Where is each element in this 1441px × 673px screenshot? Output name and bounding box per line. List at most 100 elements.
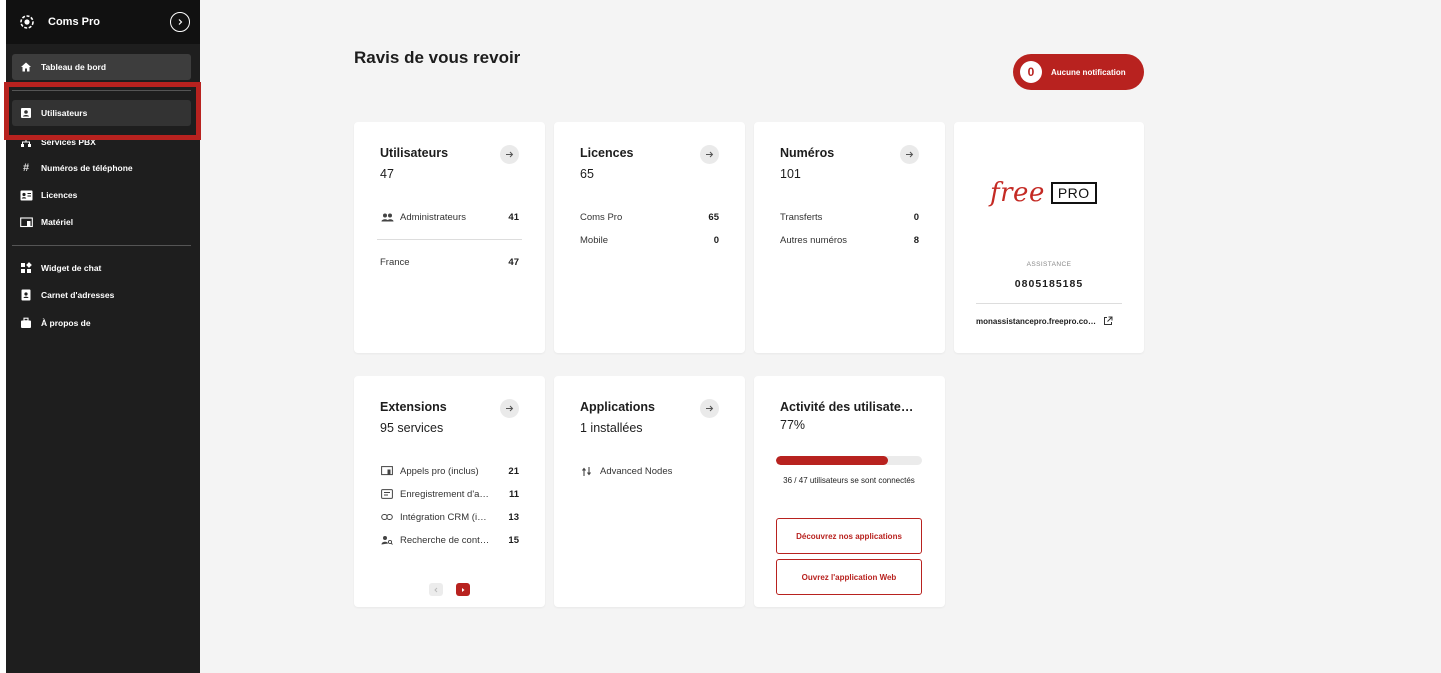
sidebar-item-label: Matériel (41, 217, 74, 227)
briefcase-icon (19, 316, 33, 330)
sidebar-divider (12, 90, 191, 91)
list-item: Recherche de cont… 15 (380, 533, 519, 547)
freepro-logo: free PRO (990, 178, 1097, 208)
notification-count-badge: 0 (1020, 61, 1042, 83)
assistance-link[interactable]: monassistancepro.freepro.co… (976, 316, 1113, 326)
logo-pro-badge: PRO (1050, 182, 1097, 204)
arrow-right-icon (506, 405, 514, 412)
next-page-button[interactable] (456, 583, 470, 596)
list-item: Administrateurs 41 (380, 210, 519, 224)
play-right-icon (462, 587, 465, 592)
card-divider (377, 239, 522, 240)
chevron-right-icon (178, 19, 183, 25)
sidebar-item-licences[interactable]: Licences (12, 182, 191, 208)
sidebar-divider (12, 245, 191, 246)
card-value: 77% (780, 418, 806, 432)
card-title: Activité des utilisate… (780, 400, 914, 414)
applications-card: Applications 1 installées Advanced Nodes (554, 376, 745, 607)
list-item: Mobile 0 (580, 234, 719, 246)
link-icon (380, 511, 394, 523)
sidebar-item-phone-numbers[interactable]: # Numéros de téléphone (12, 155, 191, 181)
nodes-icon (580, 465, 594, 477)
discover-apps-button[interactable]: Découvrez nos applications (776, 518, 922, 554)
card-title: Numéros (780, 146, 835, 160)
external-link-icon (1104, 316, 1113, 325)
brand-logo-icon (18, 13, 36, 31)
sidebar-item-label: Licences (41, 190, 78, 200)
applications-arrow-button[interactable] (700, 399, 719, 418)
sidebar-item-about[interactable]: À propos de (12, 310, 191, 336)
prev-page-button[interactable] (429, 583, 443, 596)
licences-card: Licences 65 Coms Pro 65 Mobile 0 (554, 122, 745, 353)
sidebar: Coms Pro Tableau de bord Utilisateurs Se… (6, 0, 200, 673)
activity-card: Activité des utilisate… 77% 36 / 47 util… (754, 376, 945, 607)
chevron-left-icon (434, 587, 438, 592)
support-card: free PRO ASSISTANCE 0805185185 monassist… (954, 122, 1144, 353)
recording-icon (380, 488, 394, 500)
assistance-label: ASSISTANCE (1026, 261, 1072, 268)
arrow-right-icon (706, 151, 714, 158)
sidebar-item-dashboard[interactable]: Tableau de bord (12, 54, 191, 80)
list-item: Coms Pro 65 (580, 211, 719, 223)
sidebar-item-hardware[interactable]: Matériel (12, 209, 191, 235)
sidebar-item-address-book[interactable]: Carnet d'adresses (12, 282, 191, 308)
activity-progress-fill (776, 456, 889, 465)
collapse-sidebar-button[interactable] (170, 12, 190, 32)
brand-name: Coms Pro (48, 16, 100, 28)
open-web-app-button[interactable]: Ouvrez l'application Web (776, 559, 922, 595)
users-arrow-button[interactable] (500, 145, 519, 164)
home-icon (19, 60, 33, 74)
widgets-icon (19, 261, 33, 275)
list-item: Enregistrement d'a… 11 (380, 487, 519, 501)
list-item: France 47 (380, 256, 519, 268)
devices-icon (19, 215, 33, 229)
sidebar-item-pbx-services[interactable]: Services PBX (12, 134, 191, 147)
card-value: 95 services (380, 421, 444, 435)
sidebar-item-label: Widget de chat (41, 263, 102, 273)
card-title: Utilisateurs (380, 146, 449, 160)
arrow-right-icon (706, 405, 714, 412)
card-value: 101 (780, 167, 801, 181)
card-value: 47 (380, 167, 394, 181)
id-card-icon (19, 188, 33, 202)
extensions-arrow-button[interactable] (500, 399, 519, 418)
list-item: Transferts 0 (780, 211, 919, 223)
numbers-card: Numéros 101 Transferts 0 Autres numéros … (754, 122, 945, 353)
sidebar-item-chat-widget[interactable]: Widget de chat (12, 255, 191, 281)
sidebar-item-users[interactable]: Utilisateurs (12, 100, 191, 126)
page-title: Ravis de vous revoir (354, 48, 521, 67)
card-value: 1 installées (580, 421, 643, 435)
sidebar-item-label: Services PBX (41, 137, 96, 147)
list-item: Autres numéros 8 (780, 234, 919, 246)
contacts-book-icon (19, 288, 33, 302)
sidebar-item-label: Carnet d'adresses (41, 290, 115, 300)
devices-icon (380, 465, 394, 477)
sidebar-item-label: À propos de (41, 318, 91, 328)
sidebar-header: Coms Pro (6, 0, 200, 44)
logo-free-text: free (990, 178, 1045, 208)
pbx-network-icon (19, 137, 33, 147)
list-item: Intégration CRM (i… 13 (380, 510, 519, 524)
card-title: Licences (580, 146, 634, 160)
arrow-right-icon (906, 151, 914, 158)
list-item: Appels pro (inclus) 21 (380, 464, 519, 478)
sidebar-item-label: Utilisateurs (41, 108, 88, 118)
user-card-icon (19, 106, 33, 120)
extensions-card: Extensions 95 services Appels pro (inclu… (354, 376, 545, 607)
sidebar-item-label: Numéros de téléphone (41, 163, 133, 173)
arrow-right-icon (506, 151, 514, 158)
sidebar-item-label: Tableau de bord (41, 62, 107, 72)
numbers-arrow-button[interactable] (900, 145, 919, 164)
card-title: Extensions (380, 400, 447, 414)
notifications-button[interactable]: 0 Aucune notification (1013, 54, 1144, 90)
notification-label: Aucune notification (1051, 67, 1126, 77)
assistance-phone: 0805185185 (1014, 278, 1084, 290)
hash-icon: # (22, 162, 30, 174)
activity-progress-bar (776, 456, 922, 465)
card-divider (976, 303, 1122, 304)
activity-progress-text: 36 / 47 utilisateurs se sont connectés (783, 476, 915, 485)
person-search-icon (380, 534, 394, 546)
card-title: Applications (580, 400, 656, 414)
licences-arrow-button[interactable] (700, 145, 719, 164)
list-item: Advanced Nodes (580, 464, 719, 478)
